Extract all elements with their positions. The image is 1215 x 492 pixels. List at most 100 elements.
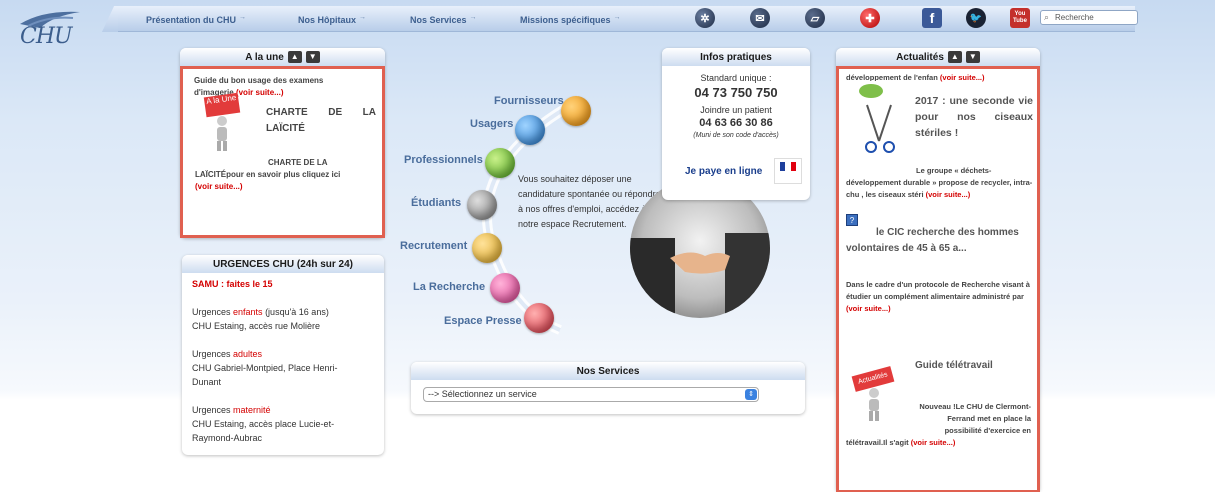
urgence-highlight: enfants	[233, 307, 263, 317]
link-professionnels[interactable]: Professionnels	[404, 154, 483, 166]
news-item2-body: Dans le cadre d'un protocole de Recherch…	[846, 279, 1036, 315]
link-presse[interactable]: Espace Presse	[444, 315, 522, 327]
select-chevron-icon[interactable]: ⇕	[745, 389, 757, 400]
news-item3-body-a: Nouveau !Le CHU de Clermont-Ferrand met …	[919, 402, 1031, 435]
urgence-address: CHU Gabriel-Montpied, Place Henri-Dunant	[192, 363, 338, 387]
link-usagers[interactable]: Usagers	[470, 118, 513, 130]
a-la-une-content: Guide du bon usage des examens d'imageri…	[180, 66, 385, 238]
scissors-image-icon[interactable]	[849, 81, 909, 159]
urgence-prefix: Urgences	[192, 405, 234, 415]
submenu-arrow-icon: →	[469, 14, 477, 21]
fournisseurs-ball-icon[interactable]	[561, 96, 591, 126]
news-item3-link[interactable]: (voir suite...)	[911, 438, 956, 447]
nav-label: Missions spécifiques	[520, 15, 611, 25]
link-recherche[interactable]: La Recherche	[413, 281, 485, 293]
urgence-item-maternite[interactable]: Urgences maternité CHU Estaing, accès pl…	[192, 403, 362, 445]
nav-label: Nos Services	[410, 15, 467, 25]
a-la-une-panel: A la une ▲ ▼ Guide du bon usage des exam…	[180, 48, 385, 238]
facebook-icon[interactable]: f	[922, 8, 942, 28]
urgence-item-adultes[interactable]: Urgences adultes CHU Gabriel-Montpied, P…	[192, 347, 362, 389]
pay-online-link[interactable]: Je paye en ligne	[685, 166, 762, 177]
nav-hopitaux[interactable]: Nos Hôpitaux →	[298, 14, 366, 25]
urgence-address: CHU Estaing, accès rue Molière	[192, 321, 321, 331]
nos-services-panel: Nos Services --> Sélectionnez un service…	[411, 362, 805, 414]
panel-title: Nos Services	[576, 365, 640, 377]
services-header: Nos Services	[411, 362, 805, 380]
arrow-up-icon[interactable]: ▲	[287, 51, 302, 63]
urgence-suffix: (jusqu'à 16 ans)	[262, 307, 329, 317]
news-item3-text: télétravail.Il s'agit	[846, 438, 909, 447]
panel-title: Actualités	[896, 51, 944, 63]
urgence-highlight: adultes	[233, 349, 263, 359]
panel-title: A la une	[245, 51, 284, 63]
tablet-icon[interactable]: ▱	[805, 8, 825, 28]
charte-title[interactable]: CHARTE DE LA LAÏCITÉ	[266, 105, 376, 137]
patient-label: Joindre un patient	[700, 105, 772, 115]
urgence-prefix: Urgences	[192, 349, 234, 359]
mail-icon[interactable]: ✉	[750, 8, 770, 28]
presse-ball-icon[interactable]	[524, 303, 554, 333]
search-input[interactable]: ⌕ Recherche	[1040, 10, 1138, 25]
news-item1-title[interactable]: 2017 : une seconde vie pour nos ciseaux …	[915, 93, 1033, 141]
search-icon: ⌕	[1044, 12, 1050, 22]
person-figure-icon	[217, 116, 227, 151]
news-item1-body: Le groupe « déchets-développement durabl…	[846, 165, 1036, 201]
nav-label: Nos Hôpitaux	[298, 15, 357, 25]
urgence-item-enfants[interactable]: Urgences enfants (jusqu'à 16 ans) CHU Es…	[192, 305, 377, 333]
arrow-down-icon[interactable]: ▼	[965, 51, 980, 63]
recherche-ball-icon[interactable]	[490, 273, 520, 303]
search-placeholder: Recherche	[1055, 13, 1094, 22]
link-etudiants[interactable]: Étudiants	[411, 197, 461, 209]
urgence-address: CHU Estaing, accès place Lucie-et-Raymon…	[192, 419, 335, 443]
urgence-prefix: Urgences	[192, 307, 234, 317]
service-select-value: --> Sélectionnez un service	[428, 389, 537, 399]
patient-note: (Muni de son code d'accès)	[693, 132, 779, 139]
infos-header: Infos pratiques	[662, 48, 810, 66]
youtube-icon[interactable]: You Tube	[1010, 8, 1030, 28]
guide-link[interactable]: (voir suite...)	[236, 88, 284, 97]
actualites-panel: Actualités ▲ ▼ développement de l'enfan …	[836, 48, 1040, 492]
a-la-une-badge: A la Une	[203, 92, 241, 118]
infos-body: Standard unique : 04 73 750 750 Joindre …	[662, 66, 810, 139]
news-item1-link[interactable]: (voir suite...)	[926, 190, 971, 199]
nav-services[interactable]: Nos Services →	[410, 14, 477, 25]
person-figure-icon	[869, 388, 879, 421]
twitter-icon[interactable]: 🐦	[966, 8, 986, 28]
patient-number[interactable]: 04 63 66 30 86	[662, 117, 810, 129]
arrow-up-icon[interactable]: ▲	[947, 51, 962, 63]
actualites-content: développement de l'enfan (voir suite...)…	[836, 66, 1040, 492]
charte-link[interactable]: (voir suite...)	[195, 181, 243, 193]
arrow-down-icon[interactable]: ▼	[305, 51, 320, 63]
news-item3-body-b: télétravail.Il s'agit (voir suite...)	[846, 437, 1036, 449]
link-fournisseurs[interactable]: Fournisseurs	[494, 95, 564, 107]
urgences-header: URGENCES CHU (24h sur 24)	[182, 255, 384, 273]
nav-presentation[interactable]: Présentation du CHU →	[146, 14, 246, 25]
logo-text: CHU	[20, 24, 73, 49]
nav-label: Présentation du CHU	[146, 15, 237, 25]
submenu-arrow-icon: →	[239, 14, 247, 21]
republique-francaise-logo-icon[interactable]	[774, 158, 802, 184]
urgence-highlight: maternité	[233, 405, 271, 415]
news-top-link[interactable]: (voir suite...)	[940, 73, 985, 82]
accessibility-icon[interactable]: ✲	[695, 8, 715, 28]
recrutement-ball-icon[interactable]	[472, 233, 502, 263]
panel-title: URGENCES CHU (24h sur 24)	[212, 258, 354, 270]
link-recrutement[interactable]: Recrutement	[400, 240, 467, 252]
standard-number[interactable]: 04 73 750 750	[662, 85, 810, 100]
charte-body: LAÏCITÉpour en savoir plus cliquez ici	[195, 170, 341, 179]
news-item2-title[interactable]: le CIC recherche des hommes volontaires …	[846, 225, 1041, 257]
professionnels-ball-icon[interactable]	[485, 148, 515, 178]
submenu-arrow-icon: →	[359, 14, 367, 21]
etudiants-ball-icon[interactable]	[467, 190, 497, 220]
news-item3-title[interactable]: Guide télétravail	[915, 360, 993, 371]
usagers-ball-icon[interactable]	[515, 115, 545, 145]
standard-label: Standard unique :	[700, 73, 772, 83]
nav-missions[interactable]: Missions spécifiques →	[520, 14, 621, 25]
news-item2-link[interactable]: (voir suite...)	[846, 304, 891, 313]
emergency-cross-icon[interactable]: ✚	[860, 8, 880, 28]
samu-line: SAMU : faites le 15	[192, 279, 273, 289]
news-item2-text: Dans le cadre d'un protocole de Recherch…	[846, 280, 1030, 301]
charte-sub: CHARTE DE LA	[268, 158, 328, 167]
service-select[interactable]: --> Sélectionnez un service ⇕	[423, 387, 759, 402]
actualites-header: Actualités ▲ ▼	[836, 48, 1040, 66]
